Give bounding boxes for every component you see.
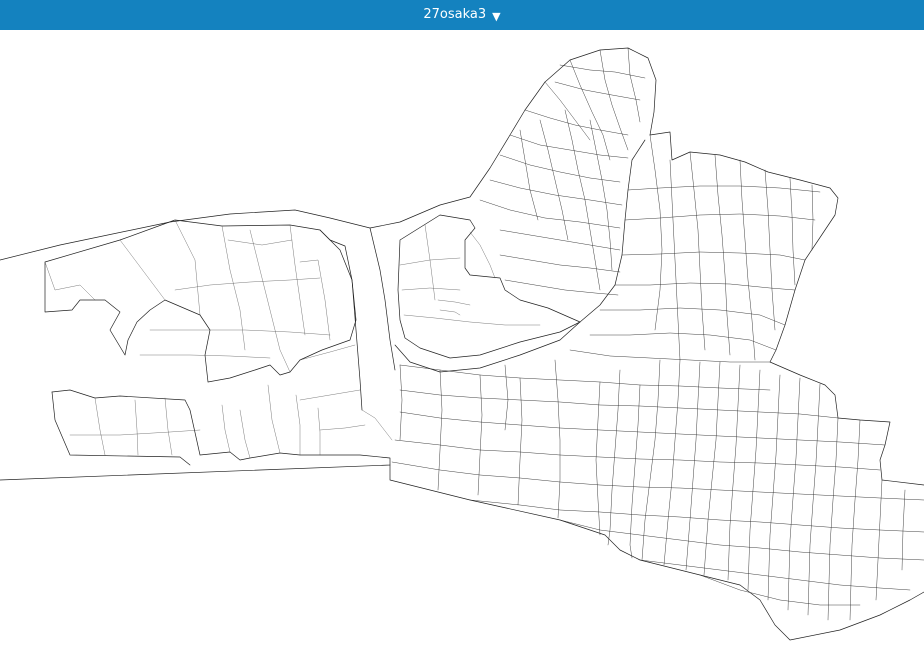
map-canvas[interactable] <box>0 30 924 660</box>
river-bend <box>394 321 581 373</box>
app-root: 27osaka3 ▼ <box>0 0 924 660</box>
ward-outline-group <box>0 47 924 641</box>
boundary-map[interactable] <box>0 30 924 660</box>
layer-select-dropdown[interactable]: 27osaka3 ▼ <box>423 0 500 30</box>
top-bar: 27osaka3 ▼ <box>0 0 924 30</box>
harbour-island <box>397 214 581 359</box>
reclaimed-strip-sw <box>0 389 391 481</box>
layer-name: 27osaka3 <box>423 7 487 22</box>
canal-north <box>369 227 396 371</box>
southwest-pier <box>51 391 191 466</box>
shoreline-west <box>0 47 657 261</box>
mainland-south-edge <box>389 464 924 641</box>
triangle-down-icon: ▼ <box>492 9 501 23</box>
island-west <box>44 219 357 383</box>
street-grid-group <box>44 47 924 621</box>
